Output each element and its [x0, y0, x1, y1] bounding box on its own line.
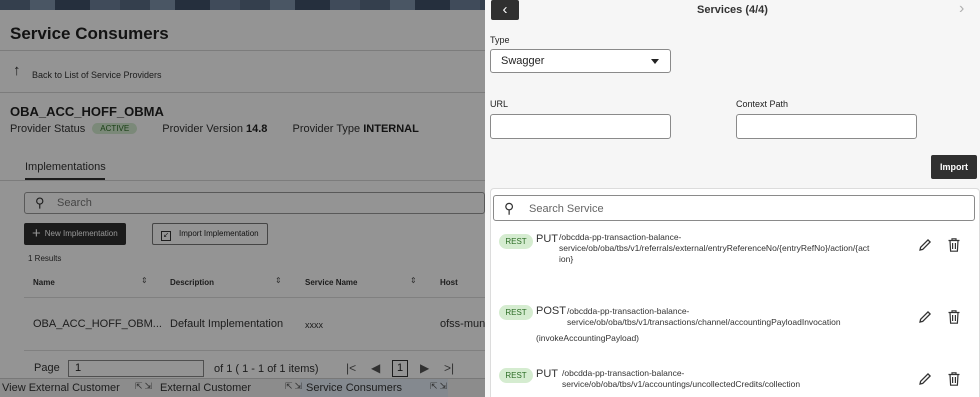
provider-name: OBA_ACC_HOFF_OBMA: [10, 104, 164, 119]
divider: [24, 350, 485, 351]
search-icon: ⚲: [504, 200, 515, 216]
cell-description: Default Implementation: [170, 318, 284, 330]
first-page-icon[interactable]: |<: [346, 361, 356, 375]
background-page: Service Consumers ↑ Back to List of Serv…: [0, 0, 485, 397]
taskbar-item-view-external-customer[interactable]: View External Customer: [2, 382, 120, 394]
service-path-line: service/ob/oba/tbs/v1/accountings/uncoll…: [562, 379, 801, 389]
current-page[interactable]: 1: [392, 360, 408, 377]
provider-info: Provider Status ACTIVE Provider Version …: [10, 123, 419, 135]
import-implementation-label: Import Implementation: [179, 229, 259, 238]
chevron-right-icon[interactable]: ›: [959, 0, 964, 18]
service-path-line: /obcdda-pp-transaction-balance-: [567, 306, 690, 316]
cell-name[interactable]: OBA_ACC_HOFF_OBM...: [33, 318, 162, 330]
new-implementation-button[interactable]: + New Implementation: [24, 223, 126, 245]
http-method: PUT: [536, 233, 558, 245]
provider-type-label: Provider Type: [292, 123, 361, 135]
divider: [24, 297, 485, 298]
service-operation: (invokeAccountingPayload): [536, 333, 640, 343]
tab-implementations[interactable]: Implementations: [25, 161, 106, 173]
import-implementation-button[interactable]: ↙ Import Implementation: [152, 223, 268, 245]
rest-badge: REST: [499, 234, 533, 249]
back-link[interactable]: Back to List of Service Providers: [32, 70, 162, 80]
implementation-search-input[interactable]: ⚲ Search: [24, 192, 485, 214]
cell-host: ofss-mun: [440, 318, 485, 330]
service-path-line: /obcdda-pp-transaction-balance-: [562, 368, 685, 378]
taskbar: View External Customer ⇱⇲ External Custo…: [0, 378, 485, 397]
service-search-placeholder: Search Service: [529, 203, 604, 215]
maximize-icon[interactable]: ⇱⇲: [430, 381, 449, 392]
column-header-service-name[interactable]: Service Name: [305, 278, 357, 287]
service-path-line: service/ob/oba/tbs/v1/referrals/external…: [559, 243, 870, 253]
sort-icon[interactable]: ⇕: [275, 276, 282, 285]
back-arrow-icon[interactable]: ↑: [13, 62, 21, 79]
taskbar-item-external-customer[interactable]: External Customer: [160, 382, 251, 394]
page-title: Service Consumers: [10, 24, 169, 43]
maximize-icon[interactable]: ⇱⇲: [135, 381, 154, 392]
plus-icon: +: [32, 225, 41, 242]
column-header-description[interactable]: Description: [170, 278, 214, 287]
header-strip: [0, 0, 485, 10]
panel-title: Services (4/4): [697, 4, 768, 16]
type-select[interactable]: Swagger: [490, 49, 671, 73]
type-select-value: Swagger: [501, 55, 545, 67]
provider-type-value: INTERNAL: [363, 123, 419, 135]
services-panel: Services (4/4) ‹ › Type Swagger URL Cont…: [485, 0, 980, 397]
import-button[interactable]: Import: [931, 155, 977, 179]
back-button[interactable]: ‹: [491, 0, 519, 20]
service-search-input[interactable]: ⚲ Search Service: [493, 195, 975, 221]
results-count: 1 Results: [28, 254, 62, 263]
cell-service-name: xxxx: [305, 320, 323, 330]
context-path-label: Context Path: [736, 99, 789, 109]
caret-down-icon: [651, 59, 659, 64]
divider: [0, 92, 485, 93]
rest-badge: REST: [499, 305, 533, 320]
next-page-icon[interactable]: ▶: [420, 361, 429, 375]
taskbar-item-service-consumers[interactable]: Service Consumers: [306, 382, 402, 394]
search-placeholder: Search: [57, 197, 92, 209]
chevron-left-icon: ‹: [502, 1, 508, 18]
prev-page-icon[interactable]: ◀: [371, 361, 380, 375]
context-path-input[interactable]: [736, 114, 917, 139]
maximize-icon[interactable]: ⇱⇲: [285, 381, 304, 392]
status-badge: ACTIVE: [92, 123, 138, 134]
provider-version-label: Provider Version: [162, 123, 243, 135]
edit-icon[interactable]: [917, 371, 933, 387]
http-method: POST: [536, 305, 566, 317]
rest-badge: REST: [499, 368, 533, 383]
url-label: URL: [490, 99, 509, 109]
sort-icon[interactable]: ⇕: [410, 276, 417, 285]
column-header-host[interactable]: Host: [440, 278, 458, 287]
sort-icon[interactable]: ⇕: [141, 276, 148, 285]
column-header-name[interactable]: Name: [33, 278, 55, 287]
service-path-line: service/ob/oba/tbs/v1/transactions/chann…: [567, 317, 841, 327]
service-path-line: /obcdda-pp-transaction-balance-: [559, 232, 682, 242]
url-input[interactable]: [490, 114, 671, 139]
divider: [0, 50, 485, 51]
service-path-line: ion}: [559, 254, 574, 264]
search-icon: ⚲: [35, 195, 45, 210]
edit-icon[interactable]: [917, 309, 933, 325]
pager-summary: of 1 ( 1 - 1 of 1 items): [214, 363, 319, 375]
delete-icon[interactable]: [947, 237, 961, 253]
delete-icon[interactable]: [947, 309, 961, 325]
delete-icon[interactable]: [947, 371, 961, 387]
provider-status-label: Provider Status: [10, 123, 86, 135]
import-icon: ↙: [161, 231, 171, 241]
pager-label: Page: [34, 362, 60, 374]
type-label: Type: [490, 35, 510, 45]
new-implementation-label: New Implementation: [44, 229, 118, 238]
last-page-icon[interactable]: >|: [444, 361, 454, 375]
divider: [0, 180, 485, 181]
http-method: PUT: [536, 368, 558, 380]
edit-icon[interactable]: [917, 237, 933, 253]
screen: Service Consumers ↑ Back to List of Serv…: [0, 0, 980, 397]
provider-version-value: 14.8: [246, 123, 268, 135]
page-input[interactable]: 1: [68, 360, 204, 377]
